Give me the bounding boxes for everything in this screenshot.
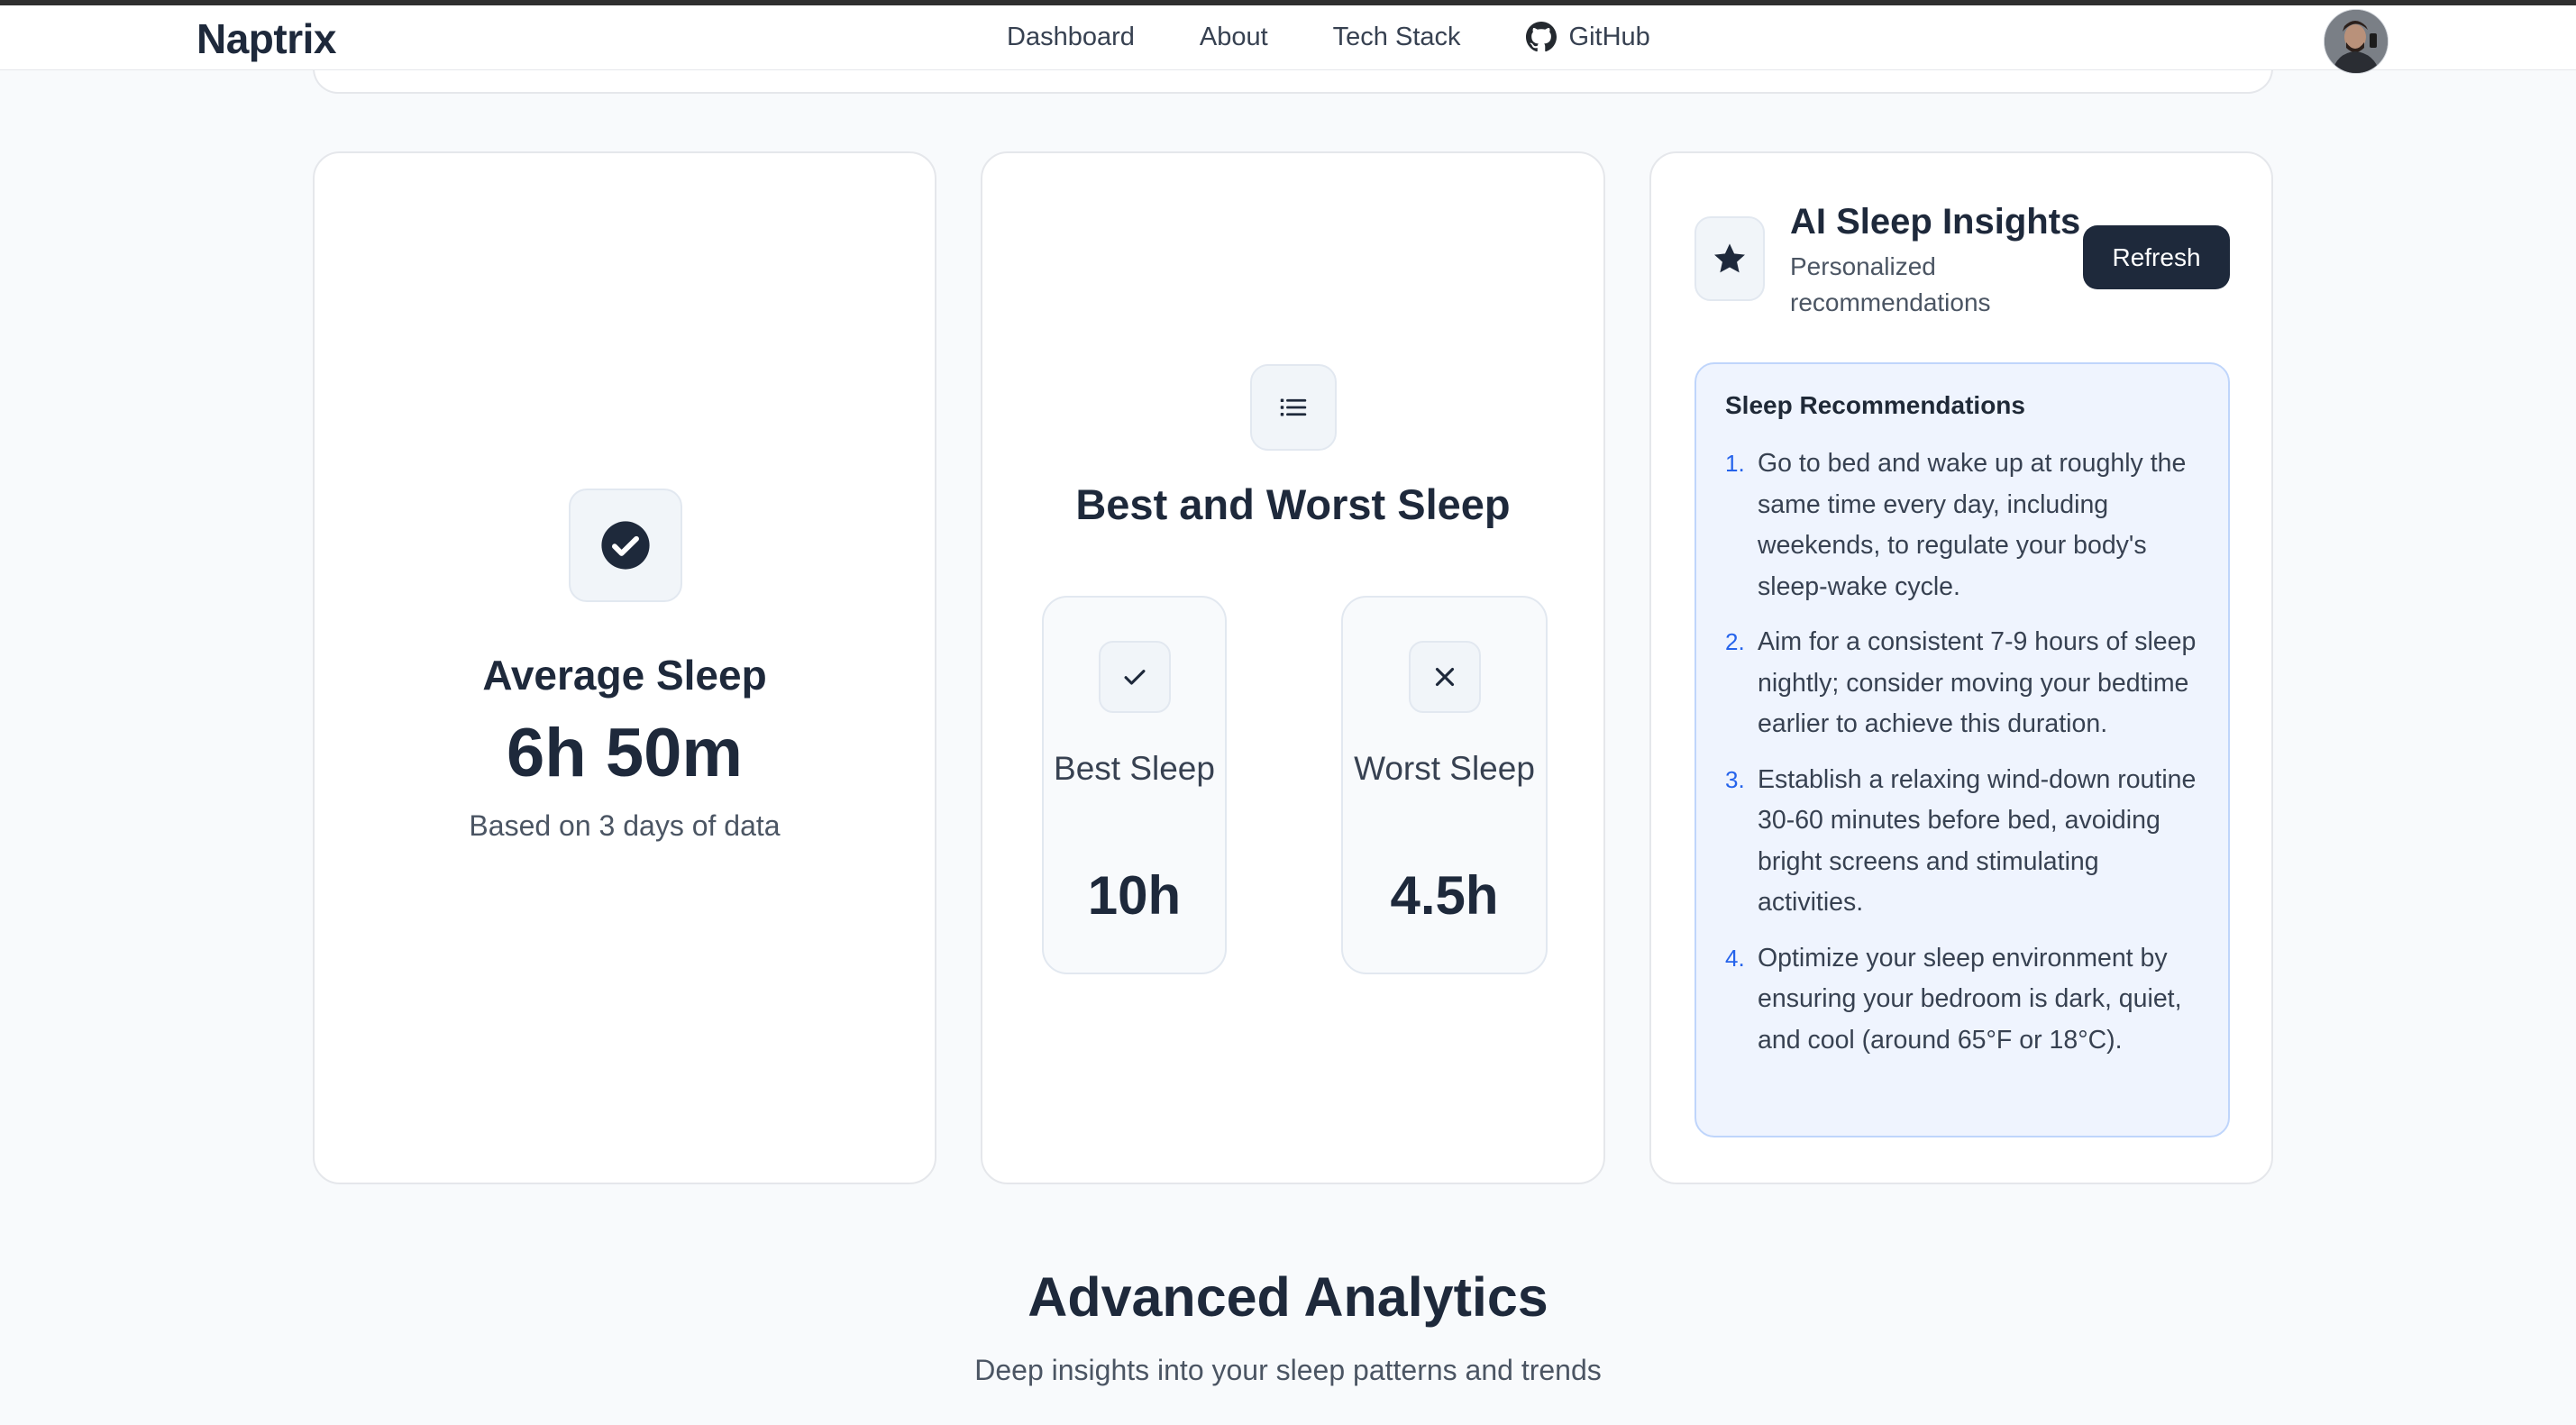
recommendation-item: 2. Aim for a consistent 7-9 hours of sle… [1725,622,2201,745]
navbar: Naptrix Dashboard About Tech Stack GitHu… [0,5,2576,74]
refresh-button[interactable]: Refresh [2083,225,2230,289]
advanced-analytics-subtitle: Deep insights into your sleep patterns a… [974,1354,1602,1386]
advanced-analytics-title: Advanced Analytics [1028,1266,1548,1328]
worst-sleep-label: Worst Sleep [1354,750,1535,787]
nav-link-label: Dashboard [1007,22,1135,51]
list-icon [1280,398,1307,416]
recommendation-number: 1. [1725,450,1745,477]
recommendation-item: 3. Establish a relaxing wind-down routin… [1725,760,2201,924]
ai-insights-subtitle: Personalized recommendations [1790,252,1991,316]
nav-links: Dashboard About Tech Stack GitHub [1007,22,1650,52]
average-sleep-value: 6h 50m [507,715,743,791]
nav-link-label: Tech Stack [1332,22,1461,51]
recommendation-number: 3. [1725,765,1745,793]
nav-link-label: About [1199,22,1268,51]
star-icon [1714,243,1745,273]
best-worst-sleep-card: Best and Worst Sleep Best Sleep 10h Wors… [981,151,1605,1184]
avatar-photo-icon [2325,10,2388,73]
best-sleep-label: Best Sleep [1054,750,1215,787]
recommendation-text: Aim for a consistent 7-9 hours of sleep … [1758,627,2197,738]
best-worst-icon-box [1250,364,1337,451]
recommendations-list: 1. Go to bed and wake up at roughly the … [1725,443,2201,1061]
worst-sleep-icon-box [1409,641,1481,713]
check-icon [1124,670,1146,685]
nav-link-about[interactable]: About [1200,22,1268,52]
github-icon [1525,22,1557,52]
average-sleep-title: Average Sleep [482,652,767,699]
ai-insights-title: AI Sleep Insights [1790,202,2081,242]
best-worst-title: Best and Worst Sleep [1075,480,1511,528]
average-sleep-icon-box [569,489,682,602]
ai-insights-card: AI Sleep Insights Personalized recommend… [1649,151,2273,1184]
worst-sleep-value: 4.5h [1390,865,1499,926]
ai-insights-icon-box [1694,216,1765,301]
nav-link-label: GitHub [1568,22,1650,51]
best-sleep-value: 10h [1087,865,1182,926]
recommendation-number: 4. [1725,944,1745,972]
recommendations-title: Sleep Recommendations [1725,391,2025,419]
x-icon [1435,667,1455,687]
recommendation-number: 2. [1725,628,1745,655]
sleep-recommendations-panel: Sleep Recommendations 1. Go to bed and w… [1694,362,2230,1137]
recommendation-text: Establish a relaxing wind-down routine 3… [1758,764,2197,918]
nav-link-dashboard[interactable]: Dashboard [1007,22,1135,52]
recommendation-text: Optimize your sleep environment by ensur… [1758,943,2182,1055]
recommendation-text: Go to bed and wake up at roughly the sam… [1758,449,2187,601]
average-sleep-card: Average Sleep 6h 50m Based on 3 days of … [313,151,936,1184]
check-circle-icon [601,521,650,570]
nav-link-tech-stack[interactable]: Tech Stack [1333,22,1461,52]
best-sleep-icon-box [1099,641,1171,713]
user-avatar[interactable] [2324,9,2389,74]
nav-link-github[interactable]: GitHub [1525,22,1650,52]
best-sleep-card: Best Sleep 10h [1042,596,1227,974]
worst-sleep-card: Worst Sleep 4.5h [1341,596,1548,974]
recommendation-item: 4. Optimize your sleep environment by en… [1725,938,2201,1062]
brand-logo[interactable]: Naptrix [196,14,336,63]
average-sleep-subtitle: Based on 3 days of data [469,809,781,842]
recommendation-item: 1. Go to bed and wake up at roughly the … [1725,443,2201,607]
